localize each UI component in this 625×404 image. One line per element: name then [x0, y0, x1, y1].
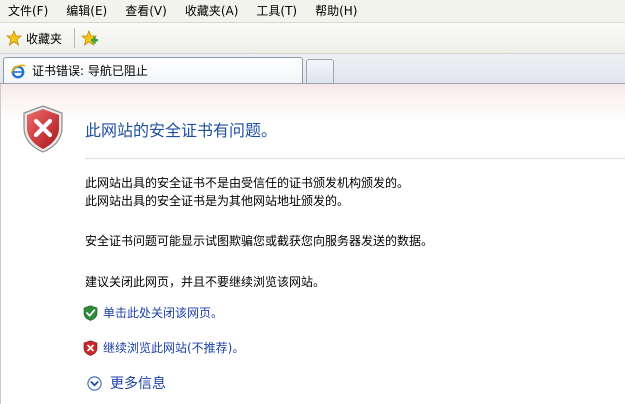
warning-text-address-mismatch: 此网站出具的安全证书是为其他网站地址颁发的。: [85, 194, 350, 208]
tab-title: 证书错误: 导航已阻止: [32, 64, 148, 78]
page-title: 此网站的安全证书有问题。: [85, 121, 278, 140]
warning-text-interception: 安全证书问题可能显示试图欺骗您或截获您向服务器发送的数据。: [85, 234, 434, 248]
toolbar-separator: [74, 28, 76, 48]
menu-favorites[interactable]: 收藏夹(A): [176, 0, 248, 22]
favorites-bar: 收藏夹: [0, 23, 625, 54]
star-icon: [6, 30, 22, 46]
shield-check-icon: [83, 304, 98, 321]
recommendation-text: 建议关闭此网页，并且不要继续浏览该网站。: [85, 275, 326, 289]
chevron-down-circle-icon: [87, 375, 102, 391]
add-favorite-button[interactable]: [81, 26, 99, 50]
certificate-error-page: 此网站的安全证书有问题。 此网站出具的安全证书不是由受信任的证书颁发机构颁发的。…: [0, 84, 625, 404]
menu-file[interactable]: 文件(F): [0, 0, 57, 22]
menu-view[interactable]: 查看(V): [116, 0, 176, 22]
more-information-label[interactable]: 更多信息: [110, 373, 166, 393]
favorites-label: 收藏夹: [26, 31, 63, 46]
new-tab-button[interactable]: [306, 59, 334, 83]
shield-x-icon: [83, 339, 98, 356]
close-page-link-label[interactable]: 单击此处关闭该网页。: [103, 304, 223, 321]
continue-link-label[interactable]: 继续浏览此网站(不推荐)。: [103, 339, 244, 356]
menu-edit[interactable]: 编辑(E): [57, 0, 116, 22]
ie-icon: [10, 63, 26, 78]
tab-certificate-error[interactable]: 证书错误: 导航已阻止: [3, 57, 303, 83]
more-information-toggle[interactable]: 更多信息: [87, 373, 166, 393]
shield-error-icon: [23, 105, 63, 153]
divider: [85, 158, 625, 159]
warning-text-untrusted-issuer: 此网站出具的安全证书不是由受信任的证书颁发机构颁发的。: [85, 176, 410, 190]
tab-row: 证书错误: 导航已阻止: [0, 54, 625, 84]
menu-help[interactable]: 帮助(H): [306, 0, 366, 22]
close-page-link[interactable]: 单击此处关闭该网页。: [83, 304, 223, 321]
add-favorite-icon: [81, 30, 99, 46]
menu-bar: 文件(F) 编辑(E) 查看(V) 收藏夹(A) 工具(T) 帮助(H): [0, 0, 625, 23]
favorites-button[interactable]: 收藏夹: [6, 26, 70, 50]
continue-to-website-link[interactable]: 继续浏览此网站(不推荐)。: [83, 339, 244, 356]
menu-tools[interactable]: 工具(T): [247, 0, 306, 22]
